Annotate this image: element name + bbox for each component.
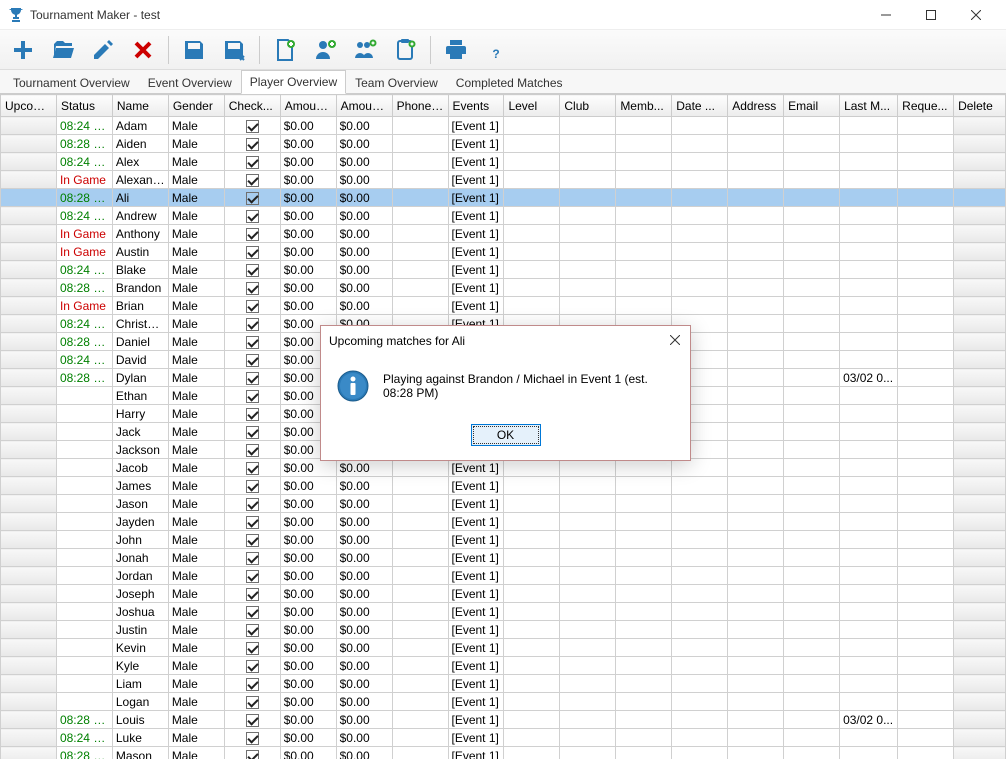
upcoming-matches-dialog: Upcoming matches for Ali Playing against… bbox=[320, 325, 691, 461]
dialog-title: Upcoming matches for Ali bbox=[329, 334, 465, 348]
info-icon bbox=[337, 370, 369, 402]
ok-button[interactable]: OK bbox=[471, 424, 541, 446]
dialog-overlay: Upcoming matches for Ali Playing against… bbox=[0, 0, 1006, 759]
dialog-message: Playing against Brandon / Michael in Eve… bbox=[383, 372, 674, 400]
dialog-close-button[interactable] bbox=[668, 332, 682, 350]
